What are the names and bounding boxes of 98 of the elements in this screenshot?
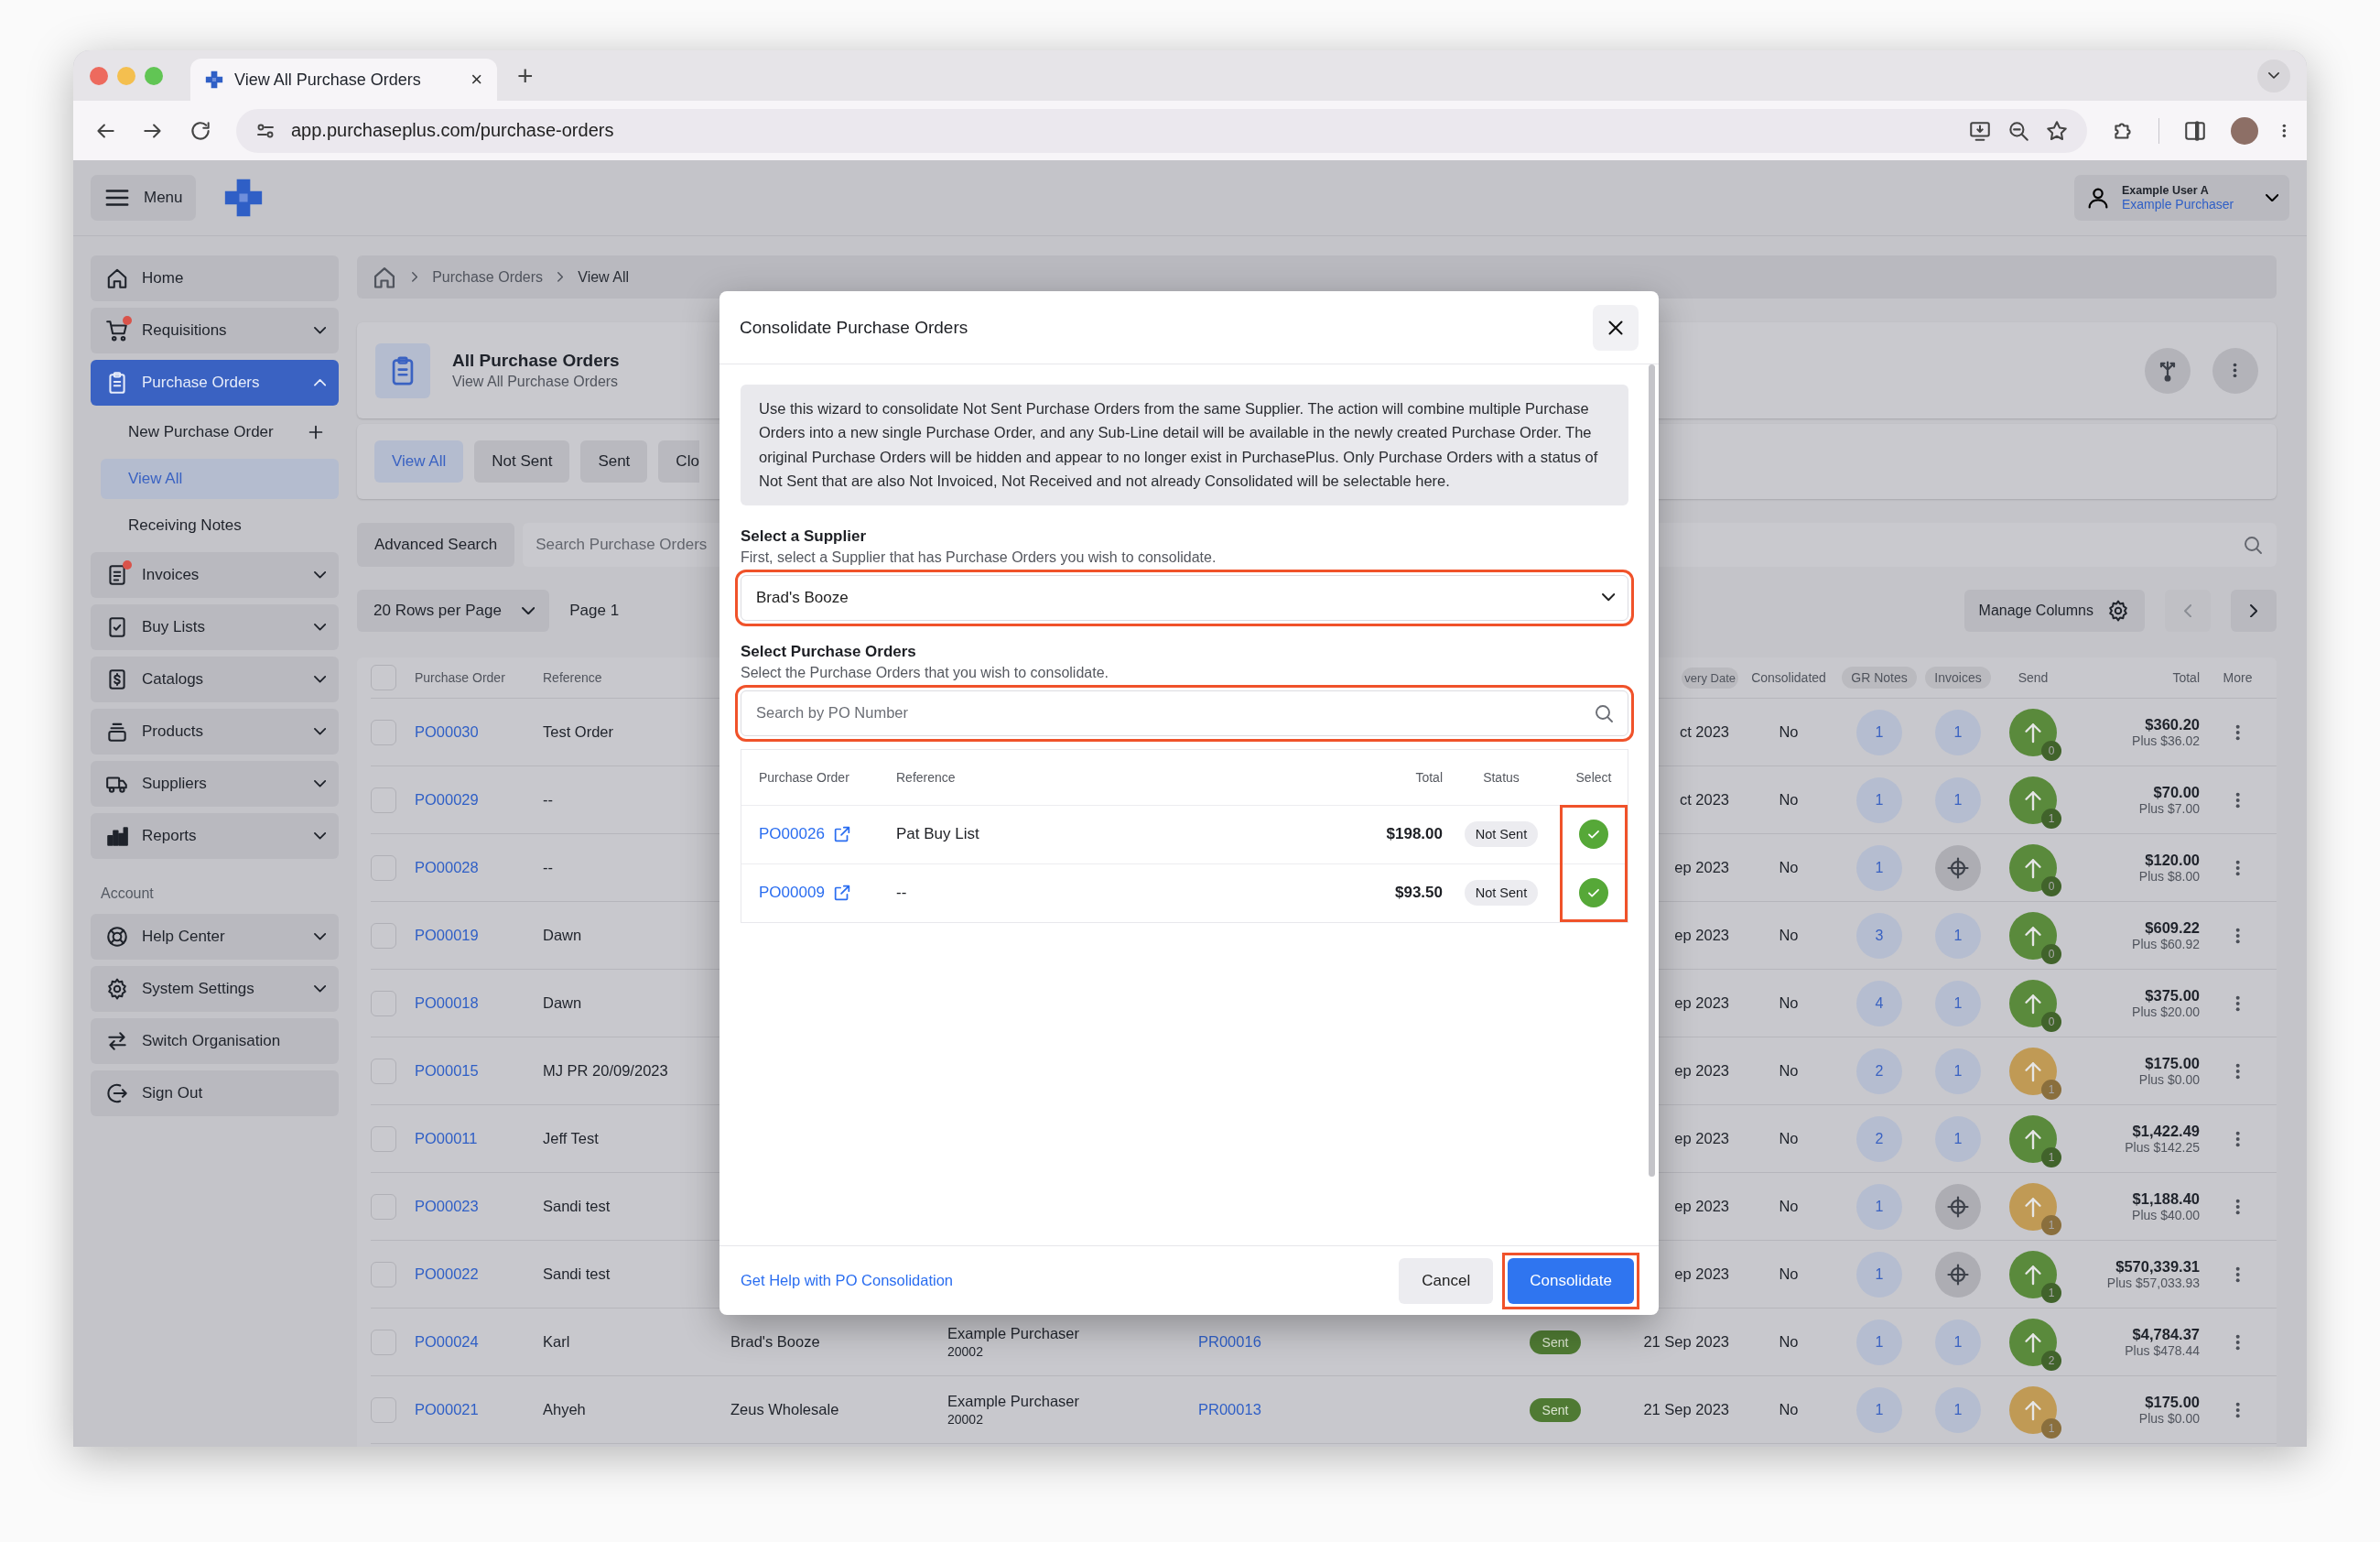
table-cell: No xyxy=(1779,994,1799,1012)
total-amount: $1,188.40 xyxy=(2132,1190,2200,1208)
user-name: Example User A xyxy=(2122,184,2210,197)
status-badge: Not Sent xyxy=(1464,880,1539,907)
count-badge: 0 xyxy=(2041,1011,2061,1032)
field-label: Select a Supplier xyxy=(741,527,867,546)
requestor-id: 20002 xyxy=(947,1344,984,1359)
table-cell-text: -- xyxy=(896,884,908,903)
count-badge: 0 xyxy=(2041,943,2061,964)
column-header: Reference xyxy=(896,769,957,785)
total-amount: $609.22 xyxy=(2145,919,2200,937)
total-amount: $175.00 xyxy=(2145,1394,2200,1411)
count-badge: 1 xyxy=(2041,1282,2061,1303)
tax-amount: Plus $20.00 xyxy=(2132,1004,2200,1019)
status-badge: Sent xyxy=(1529,1330,1582,1354)
tab-title: View All Purchase Orders xyxy=(234,70,422,90)
requestor-name: Example Purchaser xyxy=(947,1393,1080,1410)
table-cell-text: MJ PR 20/09/2023 xyxy=(543,1062,669,1080)
column-header: Select xyxy=(1575,769,1612,785)
page-subtitle: View All Purchase Orders xyxy=(452,374,620,390)
column-header: Purchase Order xyxy=(759,769,850,785)
tax-amount: Plus $60.92 xyxy=(2132,937,2200,951)
table-cell-text: Sandi test xyxy=(543,1198,611,1215)
count-badge: 1 xyxy=(2041,1417,2061,1439)
section-heading: Account xyxy=(101,885,155,902)
requestor-name: Example Purchaser xyxy=(947,1325,1080,1342)
status-badge: Not Sent xyxy=(1464,821,1539,848)
count-badge: 1 xyxy=(2041,808,2061,829)
requestor-id: 20002 xyxy=(947,1412,984,1427)
table-cell-text: Pat Buy List xyxy=(896,825,980,844)
total-amount: $4,784.37 xyxy=(2132,1326,2200,1343)
page-indicator: Page 1 xyxy=(569,602,620,620)
help-text: Select the Purchase Orders that you wish to consolidate. xyxy=(741,664,1109,681)
count-badge: 2 xyxy=(2041,1350,2061,1371)
user-role: Example Purchaser xyxy=(2122,197,2235,212)
table-cell-text: Sandi test xyxy=(543,1265,611,1283)
tax-amount: Plus $8.00 xyxy=(2138,869,2200,884)
table-cell-text: Brad's Booze xyxy=(730,1333,821,1351)
table-cell-text: Zeus Wholesale xyxy=(730,1401,840,1418)
tax-amount: Plus $142.25 xyxy=(2125,1140,2200,1155)
table-cell: No xyxy=(1779,927,1799,944)
total-amount: $93.50 xyxy=(1395,884,1443,903)
table-cell-text: Dawn xyxy=(543,994,583,1012)
date-cell: ep 2023 xyxy=(1674,1265,1729,1283)
total-amount: $375.00 xyxy=(2145,987,2200,1004)
date-cell: 21 Sep 2023 xyxy=(1643,1333,1729,1351)
date-cell: ct 2023 xyxy=(1679,723,1729,741)
count-badge: 1 xyxy=(2041,1146,2061,1167)
tax-amount: Plus $57,033.93 xyxy=(2106,1276,2200,1290)
help-text: First, select a Supplier that has Purchase Orders you wish to consolidate. xyxy=(741,548,1217,566)
dialog-title: Consolidate Purchase Orders xyxy=(740,317,968,338)
total-amount: $198.00 xyxy=(1386,825,1443,844)
table-cell: No xyxy=(1779,1062,1799,1080)
date-cell: ep 2023 xyxy=(1674,859,1729,876)
tax-amount: Plus $7.00 xyxy=(2138,801,2200,816)
tax-amount: Plus $478.44 xyxy=(2125,1343,2200,1358)
table-cell: No xyxy=(1779,723,1799,741)
tax-amount: Plus $0.00 xyxy=(2138,1072,2200,1087)
table-cell: No xyxy=(1779,1265,1799,1283)
date-cell: ep 2023 xyxy=(1674,1062,1729,1080)
tax-amount: Plus $40.00 xyxy=(2132,1208,2200,1222)
date-cell: 21 Sep 2023 xyxy=(1643,1401,1729,1418)
date-cell: ep 2023 xyxy=(1674,1130,1729,1147)
total-amount: $175.00 xyxy=(2145,1055,2200,1072)
table-cell-text: -- xyxy=(543,859,554,876)
column-header: Total xyxy=(1415,769,1443,785)
info-text: Use this wizard to consolidate Not Sent Purchase Orders from the same Supplier. The action will combine multiple Purchase Orders into a new single Purchase Order, and any Sub-Line detail will be available in the newly created Purchase Order. The original Purchase Orders will be hidden and appear to no longer exist in PurchasePlus. Only Purchase Orders with a status of Not Sent that are also Not Invoiced, Not Received and not already Consolidated will be selectable here. xyxy=(741,385,1628,505)
table-cell: No xyxy=(1779,1401,1799,1418)
table-cell: No xyxy=(1779,859,1799,876)
tax-amount: Plus $36.02 xyxy=(2132,733,2200,748)
date-cell: ct 2023 xyxy=(1679,791,1729,809)
total-amount: $570,339.31 xyxy=(2115,1258,2200,1276)
table-cell: No xyxy=(1779,1198,1799,1215)
page-title: All Purchase Orders xyxy=(452,351,621,371)
table-cell-text: Ahyeh xyxy=(543,1401,587,1418)
count-badge: 0 xyxy=(2041,875,2061,896)
date-cell: ep 2023 xyxy=(1674,1198,1729,1215)
status-badge: Sent xyxy=(1529,1397,1582,1422)
count-badge: 0 xyxy=(2041,740,2061,761)
total-amount: $70.00 xyxy=(2153,784,2200,801)
table-cell-text: Dawn xyxy=(543,927,583,944)
table-cell-text: Test Order xyxy=(543,723,615,741)
column-header: Status xyxy=(1483,769,1520,785)
total-amount: $360.20 xyxy=(2145,716,2200,733)
table-cell: No xyxy=(1779,1130,1799,1147)
date-cell: ep 2023 xyxy=(1674,927,1729,944)
total-amount: $120.00 xyxy=(2145,852,2200,869)
total-amount: $1,422.49 xyxy=(2132,1123,2200,1140)
table-cell: No xyxy=(1779,1333,1799,1351)
field-label: Select Purchase Orders xyxy=(741,642,917,661)
count-badge: 1 xyxy=(2041,1214,2061,1235)
date-cell: ep 2023 xyxy=(1674,994,1729,1012)
table-cell-text: -- xyxy=(543,791,554,809)
tax-amount: Plus $0.00 xyxy=(2138,1411,2200,1426)
table-cell-text: Karl xyxy=(543,1333,571,1351)
table-cell: No xyxy=(1779,791,1799,809)
count-badge: 1 xyxy=(2041,1079,2061,1100)
table-cell-text: Jeff Test xyxy=(543,1130,600,1147)
